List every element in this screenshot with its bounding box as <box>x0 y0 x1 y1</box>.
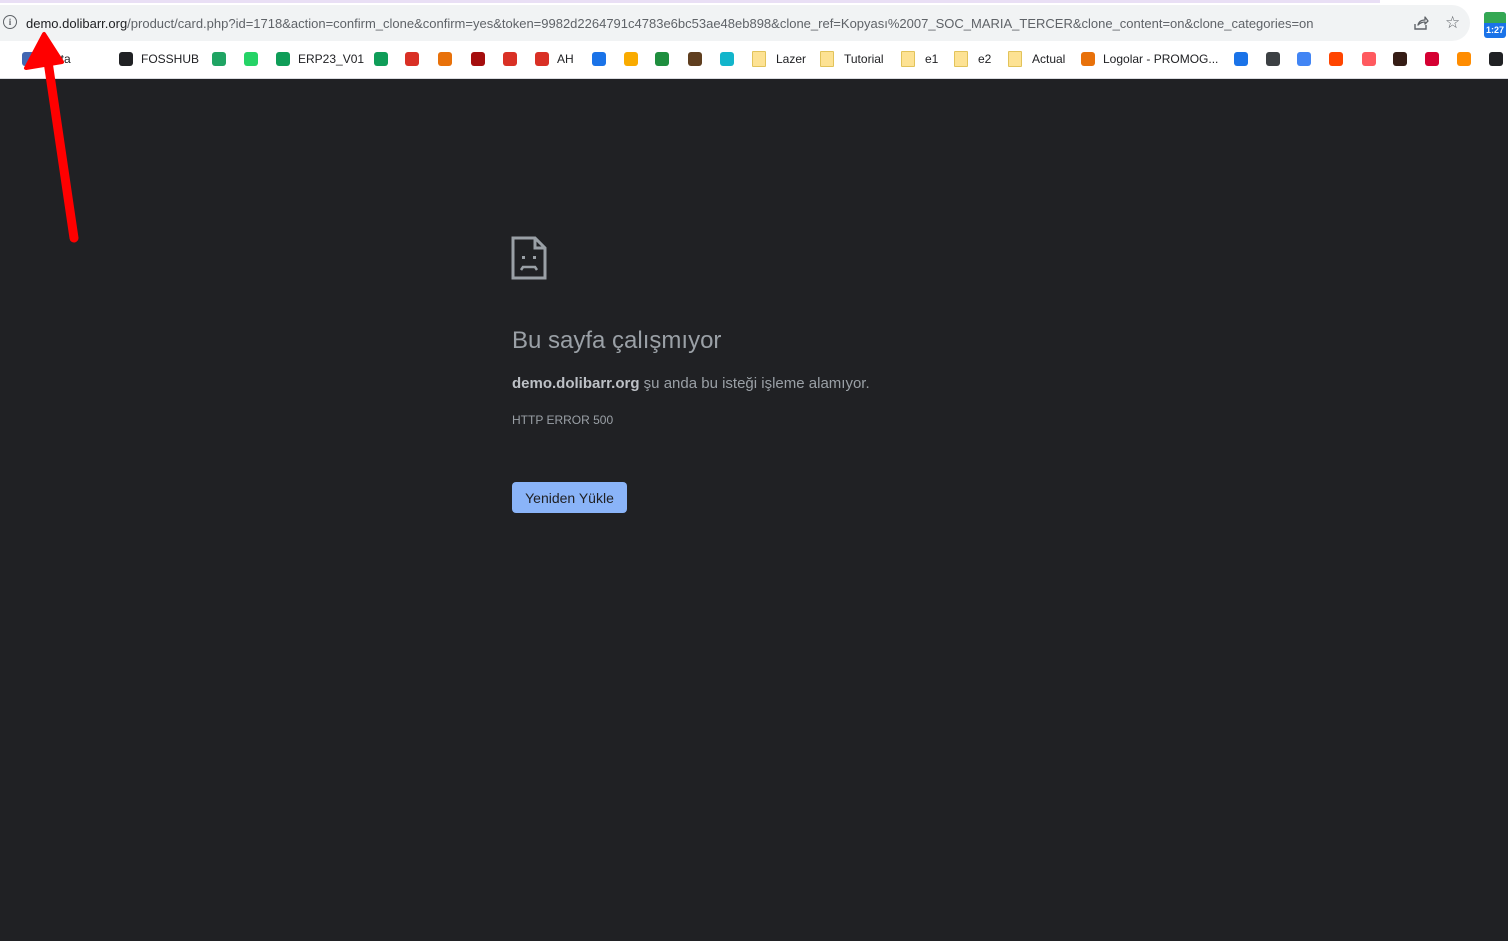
address-bar[interactable]: i demo.dolibarr.org/product/card.php?id=… <box>0 5 1470 41</box>
reddit-icon <box>1329 52 1343 66</box>
google-drive-icon <box>212 52 226 66</box>
bookmark-item[interactable]: AH <box>535 49 574 69</box>
person-icon <box>1234 52 1248 66</box>
bookmark-item[interactable] <box>720 49 734 69</box>
bookmark-item[interactable] <box>1489 49 1503 69</box>
translate-icon <box>1297 52 1311 66</box>
airbnb-icon <box>1362 52 1376 66</box>
bookmark-item[interactable] <box>624 49 638 69</box>
bookmark-label: FOSSHUB <box>141 52 200 66</box>
extension-badge: 1:27 <box>1485 25 1504 35</box>
bookmark-item[interactable] <box>592 49 606 69</box>
bookmark-label: e1 <box>925 52 939 66</box>
bookmark-item[interactable] <box>1266 49 1280 69</box>
face-icon <box>688 52 702 66</box>
bookmark-item[interactable] <box>688 49 702 69</box>
extension-calendar-icon[interactable]: 1:27 <box>1484 12 1506 38</box>
error-message: şu anda bu isteği işleme alamıyor. <box>639 375 870 392</box>
cp-icon <box>438 52 452 66</box>
mountain-icon <box>655 52 669 66</box>
bookmark-item[interactable]: FOSSHUB <box>119 49 199 69</box>
bookmark-item[interactable]: e1 <box>901 49 938 69</box>
error-code: HTTP ERROR 500 <box>512 413 614 427</box>
document-red-icon <box>503 52 517 66</box>
ups-icon <box>1393 52 1407 66</box>
bookmark-item[interactable] <box>1393 49 1407 69</box>
bookmark-label: Lazer <box>776 52 807 66</box>
bookmark-item[interactable]: Lazer <box>752 49 806 69</box>
whatsapp-icon <box>244 52 258 66</box>
folder-icon <box>954 51 968 67</box>
error-host: demo.dolibarr.org <box>512 375 640 392</box>
a-red-icon <box>1425 52 1439 66</box>
bookmark-item[interactable]: Actual <box>1008 49 1065 69</box>
error-title: Bu sayfa çalışmıyor <box>512 327 722 354</box>
bookmark-item[interactable]: Logolar - PROMOG... <box>1081 49 1218 69</box>
bookmark-item[interactable] <box>1362 49 1376 69</box>
share-icon[interactable] <box>1413 15 1429 31</box>
fosshub-icon <box>119 52 133 66</box>
bookmark-item[interactable]: e2 <box>954 49 991 69</box>
google-sheets-icon <box>374 52 388 66</box>
bookmark-item[interactable] <box>1425 49 1439 69</box>
bookmark-label: AH <box>557 52 574 66</box>
bookmark-item[interactable] <box>1457 49 1471 69</box>
bookmark-label: e2 <box>978 52 992 66</box>
bookmark-item[interactable] <box>438 49 452 69</box>
red-swirl-icon <box>405 52 419 66</box>
bookmark-item[interactable]: ERP23_V01 <box>276 49 364 69</box>
document-red-icon <box>535 52 549 66</box>
bookmark-item[interactable] <box>471 49 485 69</box>
google-sheets-icon <box>276 52 290 66</box>
folder-icon <box>752 51 766 67</box>
error-description: demo.dolibarr.org şu anda bu isteği işle… <box>512 374 870 394</box>
bookmark-item[interactable] <box>405 49 419 69</box>
calendar-icon <box>592 52 606 66</box>
bookmark-item[interactable] <box>655 49 669 69</box>
sad-page-icon <box>511 236 547 280</box>
url-path: /product/card.php?id=1718&action=confirm… <box>127 16 1314 31</box>
dw-icon <box>1489 52 1503 66</box>
bookmark-item[interactable] <box>244 49 258 69</box>
bookmark-item[interactable] <box>503 49 517 69</box>
t-orange-icon <box>1457 52 1471 66</box>
bookmark-star-icon[interactable]: ☆ <box>1445 14 1460 32</box>
bookmark-item[interactable] <box>212 49 226 69</box>
bookmark-label: Logolar - PROMOG... <box>1103 52 1219 66</box>
bookmark-label: Tutorial <box>844 52 884 66</box>
p-logo-icon <box>1081 52 1095 66</box>
bookmark-item[interactable] <box>1329 49 1343 69</box>
tab-strip-edge <box>0 0 1380 3</box>
folder-icon <box>1008 51 1022 67</box>
folder-icon <box>820 51 834 67</box>
bookmark-item[interactable] <box>1234 49 1248 69</box>
bookmark-item[interactable]: Tutorial <box>820 49 884 69</box>
globe-icon <box>720 52 734 66</box>
reload-button[interactable]: Yeniden Yükle <box>512 482 627 513</box>
annotation-arrow <box>24 32 79 243</box>
bookmark-label: Actual <box>1032 52 1066 66</box>
1k-icon <box>471 52 485 66</box>
bookmark-item[interactable] <box>1297 49 1311 69</box>
url-text[interactable]: demo.dolibarr.org/product/card.php?id=17… <box>26 16 1406 32</box>
browser-chrome: i demo.dolibarr.org/product/card.php?id=… <box>0 0 1508 79</box>
bookmark-label: ERP23_V01 <box>298 52 365 66</box>
bookmark-item[interactable] <box>374 49 388 69</box>
folder-icon <box>901 51 915 67</box>
bookmarks-bar: MetaFOSSHUBERP23_V01AHLazerTutoriale1e2A… <box>0 49 1508 69</box>
flame-icon <box>624 52 638 66</box>
terminal-icon <box>1266 52 1280 66</box>
